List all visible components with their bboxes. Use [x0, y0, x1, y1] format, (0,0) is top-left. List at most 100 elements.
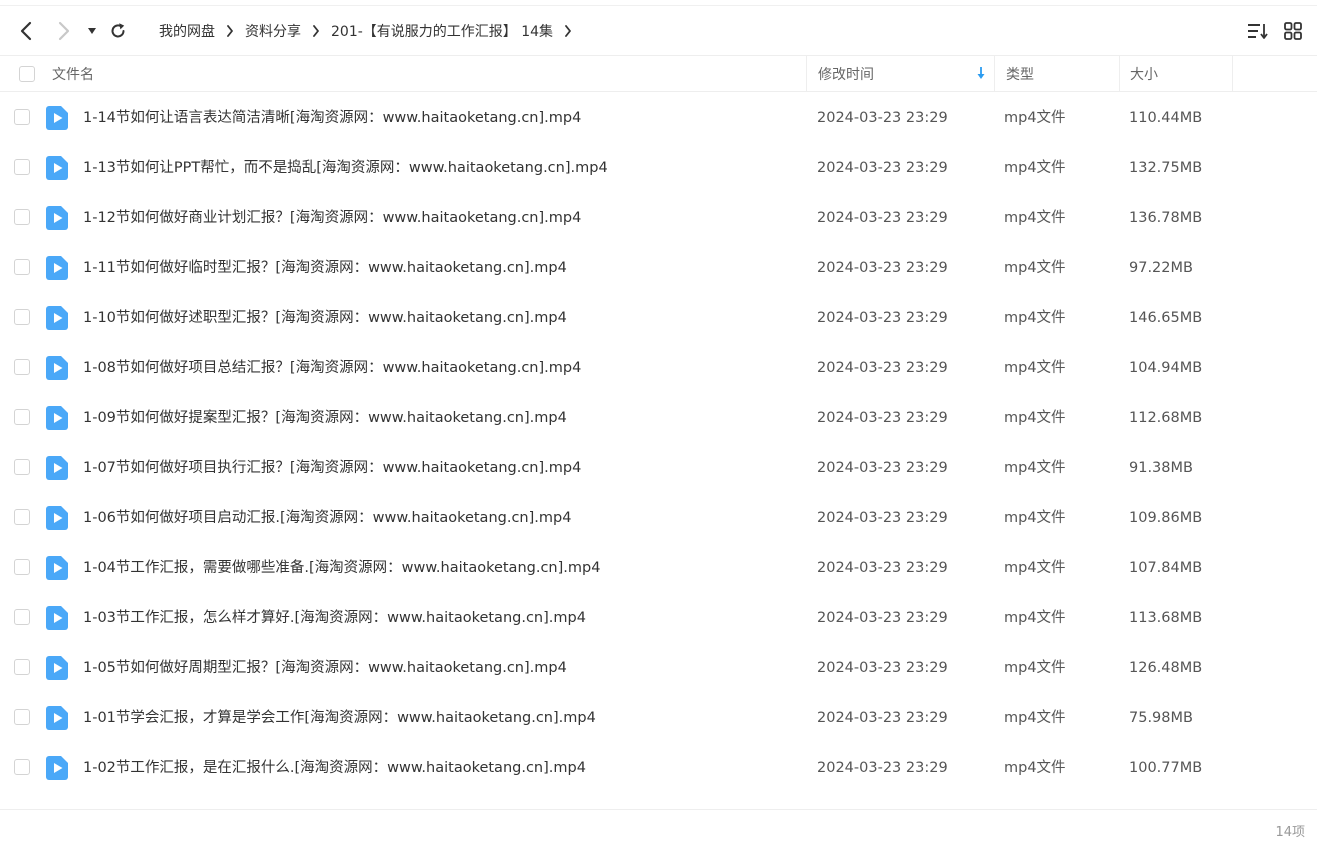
video-file-icon [46, 706, 68, 730]
file-modified-time: 2024-03-23 23:29 [817, 510, 948, 526]
column-header: 文件名 修改时间 类型 大小 [0, 55, 1317, 92]
breadcrumb-item-current-folder[interactable]: 201-【有说服力的工作汇报】 14集 [331, 21, 553, 41]
back-button[interactable] [12, 6, 40, 55]
status-bar: 14项 [0, 809, 1317, 847]
file-modified-time: 2024-03-23 23:29 [817, 660, 948, 676]
file-name[interactable]: 1-10节如何做好述职型汇报？[海淘资源网：www.haitaoketang.c… [83, 293, 567, 343]
file-size: 97.22MB [1129, 260, 1193, 276]
select-all-cell [19, 56, 37, 92]
file-modified-time: 2024-03-23 23:29 [817, 160, 948, 176]
sort-button[interactable] [1247, 20, 1269, 42]
file-type: mp4文件 [1004, 560, 1066, 576]
file-type: mp4文件 [1004, 210, 1066, 226]
video-file-icon [46, 356, 68, 380]
column-header-name[interactable]: 文件名 [52, 56, 806, 92]
file-size: 126.48MB [1129, 660, 1203, 676]
row-checkbox[interactable] [14, 359, 30, 375]
file-row[interactable]: 1-10节如何做好述职型汇报？[海淘资源网：www.haitaoketang.c… [0, 293, 1317, 343]
breadcrumb-separator-icon [215, 24, 245, 37]
file-size: 91.38MB [1129, 460, 1193, 476]
row-checkbox[interactable] [14, 759, 30, 775]
file-name[interactable]: 1-14节如何让语言表达简洁清晰[海淘资源网：www.haitaoketang.… [83, 93, 581, 143]
breadcrumb-item-shared-materials[interactable]: 资料分享 [245, 21, 301, 41]
forward-button[interactable] [50, 6, 78, 55]
select-all-checkbox[interactable] [19, 66, 35, 82]
file-name[interactable]: 1-12节如何做好商业计划汇报？[海淘资源网：www.haitaoketang.… [83, 193, 581, 243]
breadcrumb-separator-icon [553, 24, 583, 37]
video-file-icon [46, 556, 68, 580]
row-checkbox[interactable] [14, 109, 30, 125]
file-modified-time: 2024-03-23 23:29 [817, 710, 948, 726]
file-size: 104.94MB [1129, 360, 1203, 376]
file-row[interactable]: 1-13节如何让PPT帮忙，而不是捣乱[海淘资源网：www.haitaoketa… [0, 143, 1317, 193]
file-row[interactable]: 1-14节如何让语言表达简洁清晰[海淘资源网：www.haitaoketang.… [0, 93, 1317, 143]
row-checkbox[interactable] [14, 159, 30, 175]
file-name[interactable]: 1-13节如何让PPT帮忙，而不是捣乱[海淘资源网：www.haitaoketa… [83, 143, 608, 193]
file-name[interactable]: 1-08节如何做好项目总结汇报？[海淘资源网：www.haitaoketang.… [83, 343, 581, 393]
file-name[interactable]: 1-01节学会汇报，才算是学会工作[海淘资源网：www.haitaoketang… [83, 693, 596, 743]
column-header-time-label: 修改时间 [818, 67, 874, 83]
file-name[interactable]: 1-05节如何做好周期型汇报？[海淘资源网：www.haitaoketang.c… [83, 643, 567, 693]
row-checkbox[interactable] [14, 459, 30, 475]
file-name[interactable]: 1-03节工作汇报，怎么样才算好.[海淘资源网：www.haitaoketang… [83, 593, 586, 643]
caret-down-icon [88, 27, 96, 34]
file-modified-time: 2024-03-23 23:29 [817, 210, 948, 226]
file-row[interactable]: 1-08节如何做好项目总结汇报？[海淘资源网：www.haitaoketang.… [0, 343, 1317, 393]
file-type: mp4文件 [1004, 410, 1066, 426]
row-checkbox[interactable] [14, 659, 30, 675]
row-checkbox[interactable] [14, 309, 30, 325]
sort-descending-icon [977, 67, 985, 79]
file-row[interactable]: 1-09节如何做好提案型汇报？[海淘资源网：www.haitaoketang.c… [0, 393, 1317, 443]
file-type: mp4文件 [1004, 160, 1066, 176]
file-type: mp4文件 [1004, 660, 1066, 676]
row-checkbox[interactable] [14, 509, 30, 525]
file-size: 107.84MB [1129, 560, 1203, 576]
row-checkbox[interactable] [14, 209, 30, 225]
file-row[interactable]: 1-03节工作汇报，怎么样才算好.[海淘资源网：www.haitaoketang… [0, 593, 1317, 643]
file-row[interactable]: 1-02节工作汇报，是在汇报什么.[海淘资源网：www.haitaoketang… [0, 743, 1317, 793]
refresh-icon [111, 22, 125, 37]
video-file-icon [46, 756, 68, 780]
video-file-icon [46, 656, 68, 680]
breadcrumb-item-my-drive[interactable]: 我的网盘 [159, 21, 215, 41]
file-row[interactable]: 1-05节如何做好周期型汇报？[海淘资源网：www.haitaoketang.c… [0, 643, 1317, 693]
file-type: mp4文件 [1004, 510, 1066, 526]
file-name[interactable]: 1-11节如何做好临时型汇报？[海淘资源网：www.haitaoketang.c… [83, 243, 567, 293]
file-size: 136.78MB [1129, 210, 1203, 226]
file-size: 113.68MB [1129, 610, 1203, 626]
file-type: mp4文件 [1004, 460, 1066, 476]
file-row[interactable]: 1-06节如何做好项目启动汇报.[海淘资源网：www.haitaoketang.… [0, 493, 1317, 543]
row-checkbox[interactable] [14, 259, 30, 275]
item-count: 14项 [1275, 825, 1305, 840]
file-name[interactable]: 1-07节如何做好项目执行汇报？[海淘资源网：www.haitaoketang.… [83, 443, 581, 493]
file-name[interactable]: 1-09节如何做好提案型汇报？[海淘资源网：www.haitaoketang.c… [83, 393, 567, 443]
history-dropdown-button[interactable] [84, 6, 100, 55]
file-size: 75.98MB [1129, 710, 1193, 726]
file-row[interactable]: 1-12节如何做好商业计划汇报？[海淘资源网：www.haitaoketang.… [0, 193, 1317, 243]
file-name[interactable]: 1-04节工作汇报，需要做哪些准备.[海淘资源网：www.haitaoketan… [83, 543, 600, 593]
file-name[interactable]: 1-02节工作汇报，是在汇报什么.[海淘资源网：www.haitaoketang… [83, 743, 586, 793]
row-checkbox[interactable] [14, 559, 30, 575]
row-checkbox[interactable] [14, 709, 30, 725]
chevron-right-icon [58, 21, 70, 40]
file-row[interactable]: 1-04节工作汇报，需要做哪些准备.[海淘资源网：www.haitaoketan… [0, 543, 1317, 593]
column-header-time[interactable]: 修改时间 [806, 56, 994, 92]
file-row[interactable]: 1-01节学会汇报，才算是学会工作[海淘资源网：www.haitaoketang… [0, 693, 1317, 743]
file-row[interactable]: 1-07节如何做好项目执行汇报？[海淘资源网：www.haitaoketang.… [0, 443, 1317, 493]
refresh-button[interactable] [106, 6, 130, 55]
file-type: mp4文件 [1004, 760, 1066, 776]
grid-view-button[interactable] [1282, 20, 1304, 42]
view-controls [1247, 6, 1317, 55]
file-name[interactable]: 1-06节如何做好项目启动汇报.[海淘资源网：www.haitaoketang.… [83, 493, 571, 543]
file-row[interactable]: 1-11节如何做好临时型汇报？[海淘资源网：www.haitaoketang.c… [0, 243, 1317, 293]
row-checkbox[interactable] [14, 409, 30, 425]
file-type: mp4文件 [1004, 710, 1066, 726]
file-modified-time: 2024-03-23 23:29 [817, 310, 948, 326]
video-file-icon [46, 606, 68, 630]
file-manager: 我的网盘 资料分享 201-【有说服力的工作汇报】 14集 文件名 修改时间 类… [0, 0, 1317, 847]
column-header-size[interactable]: 大小 [1119, 56, 1233, 92]
file-modified-time: 2024-03-23 23:29 [817, 110, 948, 126]
row-checkbox[interactable] [14, 609, 30, 625]
column-header-type[interactable]: 类型 [994, 56, 1119, 92]
video-file-icon [46, 256, 68, 280]
